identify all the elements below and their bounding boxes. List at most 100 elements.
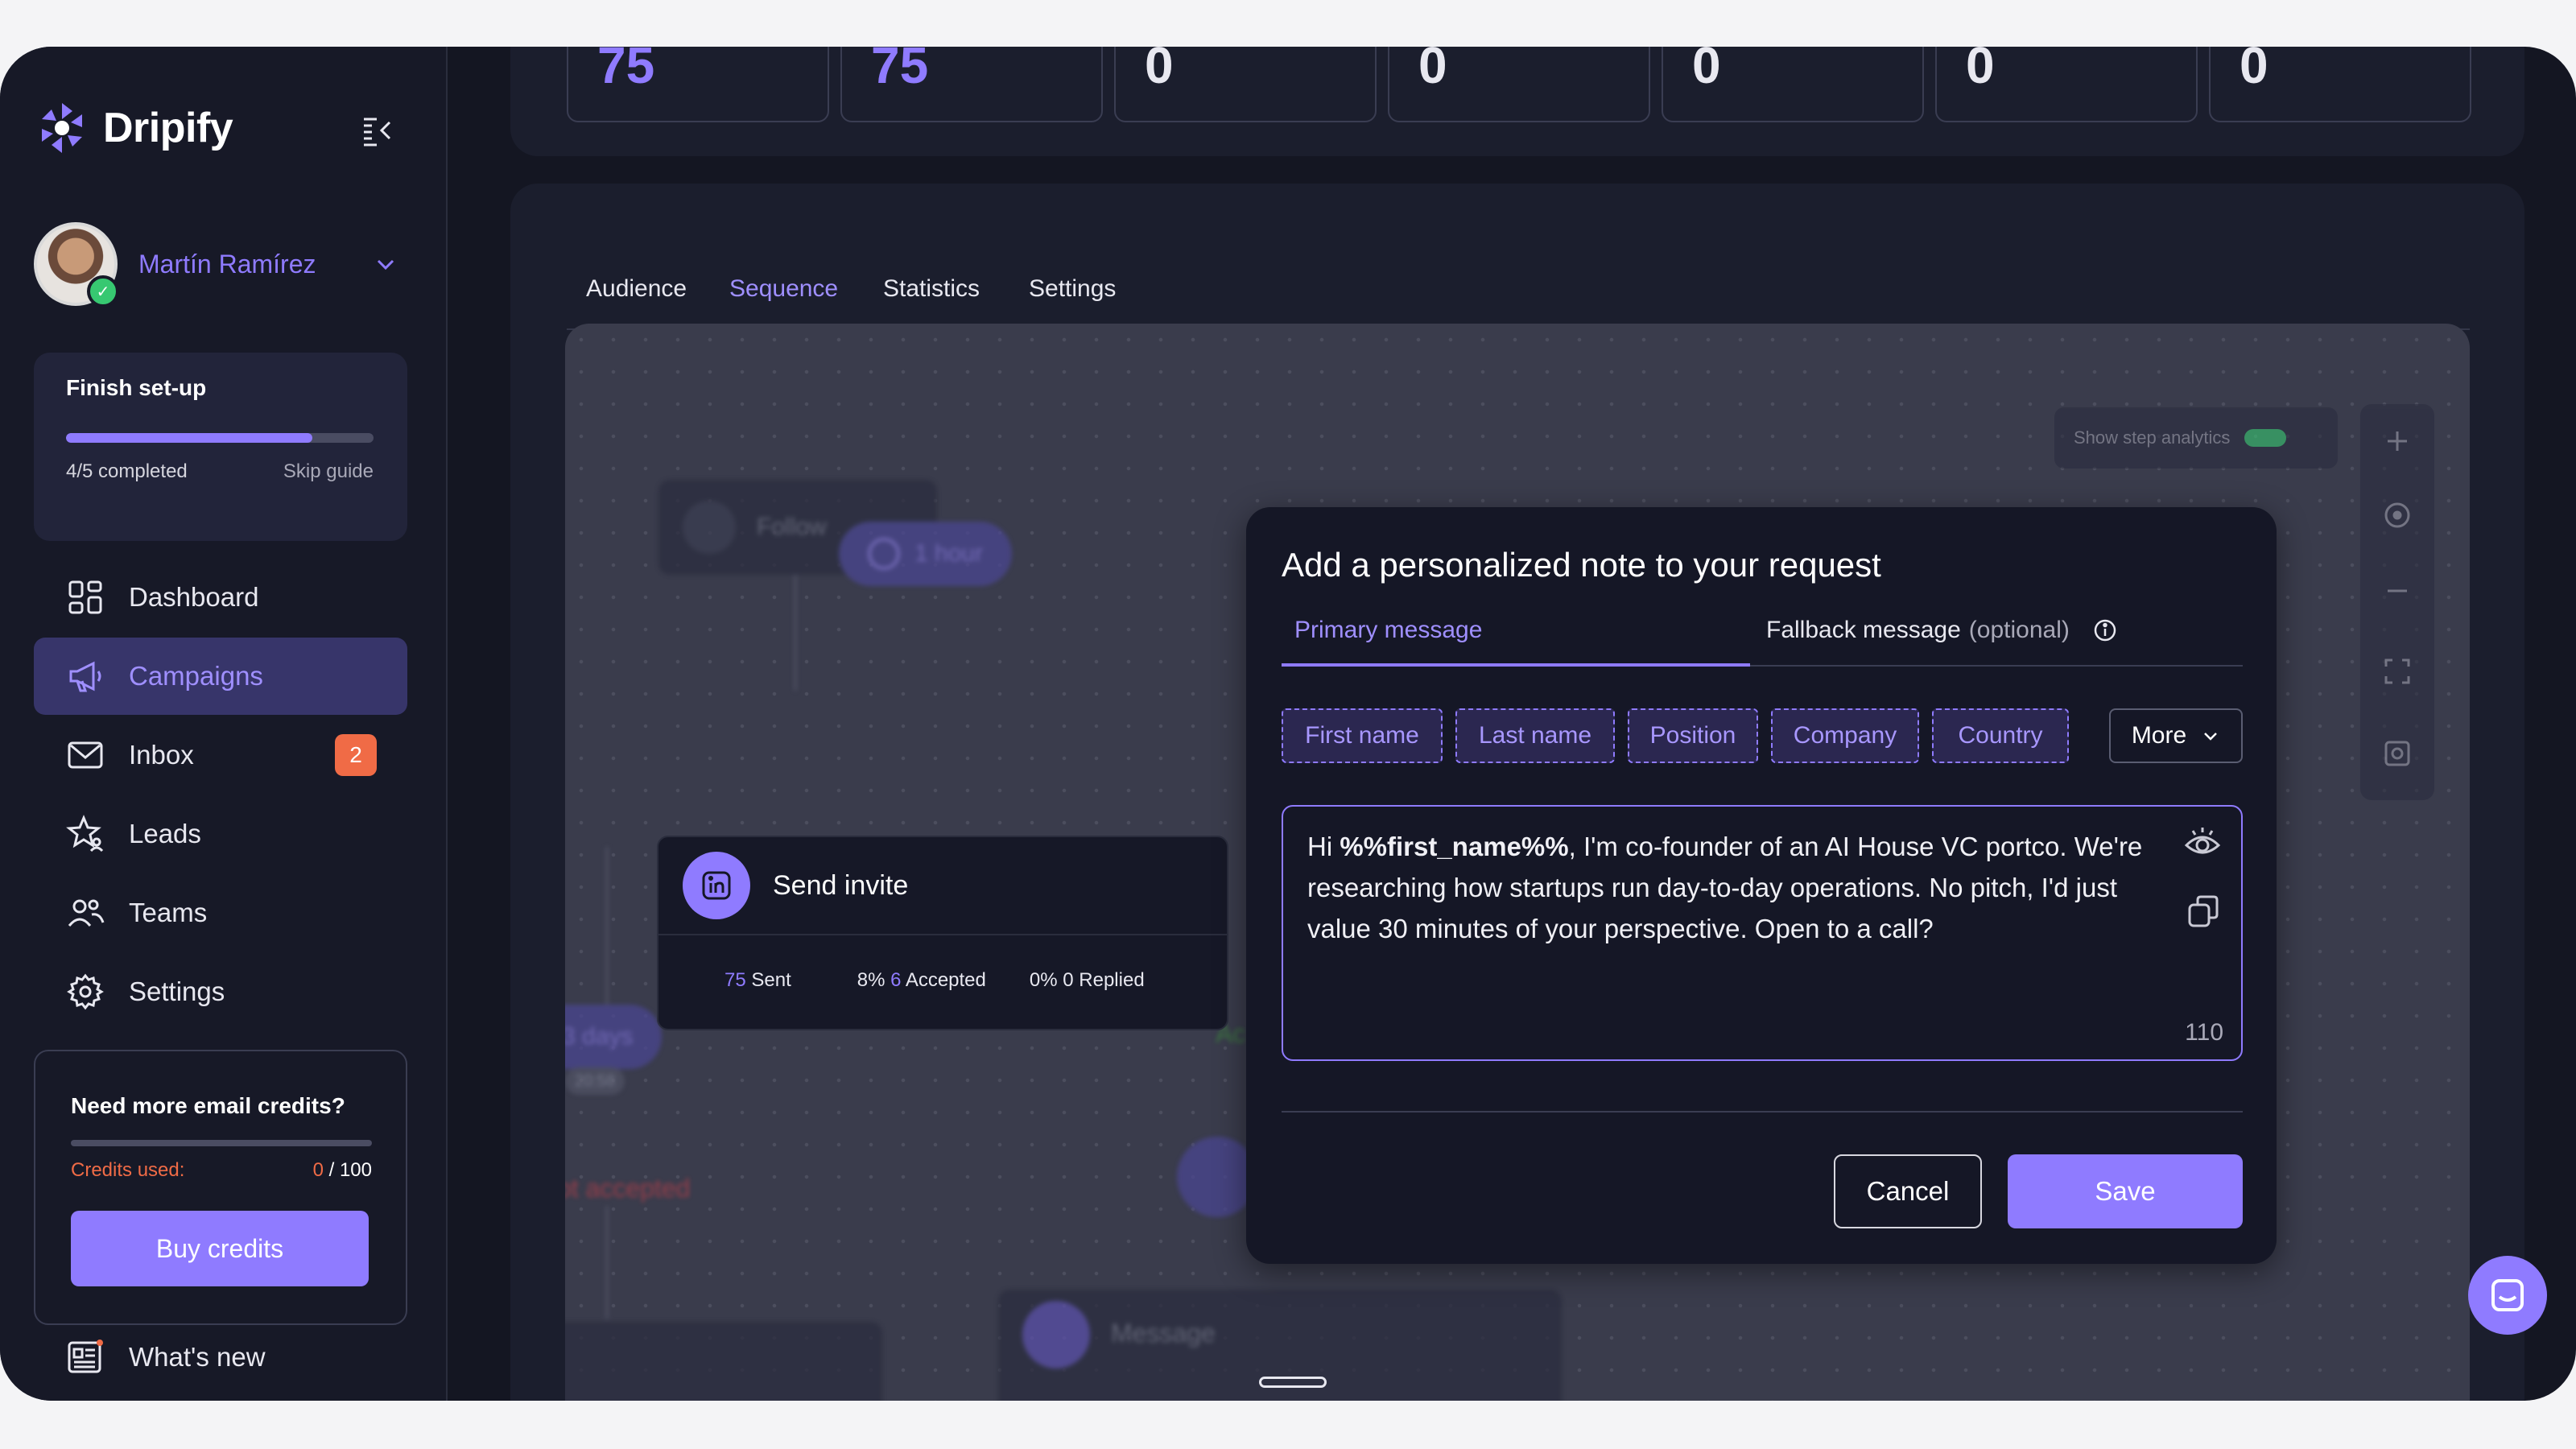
follow-icon (683, 501, 736, 554)
stats-panel: 75 75 0 0 0 0 0 (510, 47, 2524, 156)
sent-label: Sent (751, 969, 791, 991)
stat-value: 0 (1418, 47, 1447, 94)
nav-item-teams[interactable]: Teams (34, 874, 407, 952)
sidebar: Dripify ✓ Martín Ramírez Finish set-up 4… (0, 47, 448, 1401)
fullscreen-icon[interactable] (2381, 655, 2413, 687)
stat-accepted: 8% 6 Accepted (857, 969, 986, 992)
user-menu[interactable]: ✓ Martín Ramírez (34, 222, 394, 308)
nav-item-campaigns[interactable]: Campaigns (34, 638, 407, 715)
connector-line (794, 575, 797, 691)
stat-value: 0 (1145, 47, 1174, 94)
credits-title: Need more email credits? (71, 1093, 345, 1118)
message-node-label: Message (1111, 1319, 1216, 1348)
scroll-handle[interactable] (1259, 1377, 1327, 1388)
screenshot-icon[interactable] (2381, 737, 2413, 770)
nav-item-dashboard[interactable]: Dashboard (34, 559, 407, 636)
delay-pill[interactable]: 3 days (565, 1005, 663, 1069)
logo-icon (42, 103, 82, 153)
replied-percent: 0% (1029, 969, 1058, 991)
stat-value: 0 (2240, 47, 2268, 94)
stat-card: 0 (1935, 47, 2198, 122)
copy-icon[interactable] (2183, 892, 2222, 931)
whats-new-link[interactable]: What's new (66, 1338, 266, 1377)
message-textarea[interactable]: Hi %%first_name%%, I'm co-founder of an … (1282, 805, 2243, 1061)
step-node[interactable] (565, 1322, 882, 1401)
show-step-analytics-toggle[interactable]: Show step analytics (2054, 407, 2338, 469)
eye-icon[interactable] (2183, 824, 2222, 863)
nav-label-campaigns: Campaigns (129, 661, 263, 691)
credits-progress-bar (71, 1140, 372, 1146)
zoom-controls (2360, 404, 2434, 800)
chat-button[interactable] (2468, 1256, 2547, 1335)
nav-label-settings: Settings (129, 976, 225, 1006)
modal-active-tab-indicator (1282, 663, 1750, 667)
not-accepted-label: ot accepted (565, 1174, 691, 1203)
character-count: 110 (2185, 1019, 2223, 1046)
delay-pill[interactable]: 1 hour (839, 522, 1013, 586)
info-icon[interactable] (2092, 617, 2118, 643)
center-icon[interactable] (2381, 499, 2413, 531)
email-credits-card: Need more email credits? Credits used: 0… (34, 1050, 407, 1325)
stat-value: 0 (1966, 47, 1995, 94)
nav-item-leads[interactable]: Leads (34, 795, 407, 873)
stat-value: 75 (597, 47, 655, 94)
stat-card: 75 (567, 47, 829, 122)
brand-logo[interactable]: Dripify (34, 100, 233, 156)
star-person-icon (66, 815, 104, 852)
chevron-down-icon[interactable] (372, 251, 399, 279)
nav-item-inbox[interactable]: Inbox 2 (34, 716, 407, 794)
nav-label-teams: Teams (129, 898, 208, 927)
collapse-sidebar-icon[interactable] (361, 113, 396, 148)
stat-card: 0 (2209, 47, 2471, 122)
credits-used-count: 0 (312, 1159, 324, 1181)
zoom-out-icon[interactable] (2381, 575, 2413, 607)
chip-company[interactable]: Company (1771, 708, 1919, 763)
fallback-optional-label: (optional) (1968, 617, 2070, 643)
personalized-note-modal: Add a personalized note to your request … (1246, 507, 2277, 1264)
tab-statistics[interactable]: Statistics (883, 275, 980, 303)
cancel-button[interactable]: Cancel (1834, 1154, 1982, 1228)
setup-progress-text: 4/5 completed (66, 460, 188, 482)
chip-last-name[interactable]: Last name (1455, 708, 1615, 763)
send-invite-node[interactable]: Send invite 75 Sent 8% 6 Accepted 0% 0 R… (657, 836, 1228, 1030)
tab-primary-message[interactable]: Primary message (1294, 617, 1482, 644)
user-name: Martín Ramírez (138, 249, 316, 279)
tab-audience[interactable]: Audience (586, 275, 687, 303)
skip-guide-link[interactable]: Skip guide (283, 460, 374, 483)
chip-country[interactable]: Country (1932, 708, 2069, 763)
nav-label-leads: Leads (129, 819, 201, 848)
zoom-in-icon[interactable] (2381, 425, 2413, 457)
stat-card: 0 (1662, 47, 1924, 122)
message-prefix: Hi (1307, 832, 1340, 861)
chat-icon (2491, 1279, 2524, 1311)
follow-node-label: Follow (757, 514, 827, 540)
modal-footer-divider (1282, 1111, 2243, 1113)
chevron-down-icon (2204, 733, 2218, 741)
accepted-count: 6 (890, 969, 902, 991)
more-variables-dropdown[interactable]: More (2109, 708, 2243, 763)
modal-title: Add a personalized note to your request (1282, 546, 1881, 584)
nav-label-inbox: Inbox (129, 740, 194, 770)
toggle-switch[interactable] (2244, 429, 2287, 447)
save-button[interactable]: Save (2008, 1154, 2243, 1228)
send-invite-stats: 75 Sent 8% 6 Accepted 0% 0 Replied (658, 935, 1227, 992)
tab-sequence[interactable]: Sequence (729, 275, 838, 303)
linkedin-icon (683, 852, 750, 919)
setup-progress-bar (66, 433, 374, 443)
gear-icon (67, 973, 104, 1010)
tab-fallback-message[interactable]: Fallback message (optional) (1766, 617, 2118, 644)
nav-item-settings[interactable]: Settings (34, 953, 407, 1030)
delay-pill-label: 1 hour (914, 540, 984, 567)
delay-time: 20:58 (565, 1067, 625, 1095)
nav-label-dashboard: Dashboard (129, 582, 259, 612)
dashboard-icon (68, 580, 102, 614)
show-step-analytics-label: Show step analytics (2074, 427, 2231, 448)
chip-first-name[interactable]: First name (1282, 708, 1443, 763)
clock-node[interactable] (1177, 1137, 1257, 1217)
buy-credits-button[interactable]: Buy credits (71, 1211, 369, 1286)
team-icon (68, 899, 105, 927)
chip-position[interactable]: Position (1628, 708, 1758, 763)
tab-settings[interactable]: Settings (1029, 275, 1116, 303)
setup-progress-fill (66, 433, 312, 443)
stat-value: 0 (1692, 47, 1721, 94)
